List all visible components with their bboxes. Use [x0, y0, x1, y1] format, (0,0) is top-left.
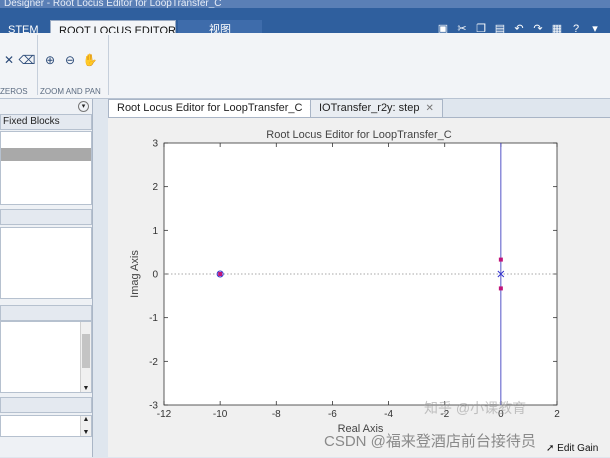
section-header[interactable]	[0, 305, 92, 321]
x-tick-label: -4	[384, 409, 393, 420]
ribbon-toolstrip: ✕ ⌫ ZEROS ⊕ ⊖ ✋ ZOOM AND PAN	[0, 33, 610, 99]
root-locus-figure: Root Locus Editor for LoopTransfer_C -12…	[108, 117, 610, 457]
eraser-icon[interactable]: ⌫	[18, 51, 36, 69]
zhihu-watermark: 知乎 @小课教育	[424, 400, 527, 416]
fixed-blocks-list[interactable]	[0, 131, 92, 205]
data-browser-panel: ▾ Fixed Blocks ▼ ▲ ▼	[0, 99, 93, 457]
selected-list-item[interactable]	[1, 148, 91, 161]
scrollbar[interactable]: ▲ ▼	[80, 416, 91, 436]
closed-loop-pole	[498, 286, 503, 291]
closed-loop-pole	[498, 257, 503, 262]
x-tick-label: -10	[213, 409, 228, 420]
plot-title: Root Locus Editor for LoopTransfer_C	[266, 129, 452, 141]
y-tick-label: -2	[149, 357, 158, 368]
x-tick-label: 2	[554, 409, 560, 420]
data-list[interactable]	[0, 227, 92, 299]
doc-tab-label: IOTransfer_r2y: step	[319, 102, 420, 114]
section-header[interactable]	[0, 397, 92, 413]
y-tick-label: 1	[152, 226, 158, 237]
preview-list[interactable]: ▼	[0, 321, 92, 393]
x-tick-label: -8	[272, 409, 281, 420]
doc-tab-label: Root Locus Editor for LoopTransfer_C	[117, 102, 303, 114]
y-tick-label: -1	[149, 313, 158, 324]
document-tab-strip: Root Locus Editor for LoopTransfer_C✕ IO…	[108, 99, 610, 117]
ribbon-section-zeros: ZEROS	[0, 87, 28, 96]
doc-tab-iotransfer-step[interactable]: IOTransfer_r2y: step ✕	[310, 99, 443, 117]
x-tick-label: -6	[328, 409, 337, 420]
doc-tab-root-locus-editor[interactable]: Root Locus Editor for LoopTransfer_C✕	[108, 99, 326, 117]
scrollbar[interactable]: ▼	[80, 322, 91, 392]
closed-loop-pole	[218, 272, 223, 276]
root-locus-plot[interactable]: Root Locus Editor for LoopTransfer_C -12…	[108, 118, 610, 458]
ribbon-divider	[108, 35, 109, 95]
panel-menu-icon[interactable]: ▾	[78, 101, 89, 112]
info-list[interactable]: ▲ ▼	[0, 415, 92, 437]
scroll-down-icon[interactable]: ▼	[81, 429, 91, 436]
zoom-in-icon[interactable]: ⊕	[41, 51, 59, 69]
close-icon[interactable]: ✕	[425, 103, 433, 114]
edit-gain-label: Edit Gain	[557, 443, 599, 454]
section-header[interactable]	[0, 209, 92, 225]
x-tick-label: -12	[157, 409, 172, 420]
y-tick-label: 0	[152, 270, 158, 281]
pan-hand-icon[interactable]: ✋	[81, 51, 99, 69]
fixed-blocks-header[interactable]: Fixed Blocks	[0, 114, 92, 130]
delete-zero-icon[interactable]: ✕	[0, 51, 18, 69]
scroll-down-icon[interactable]: ▼	[81, 385, 91, 392]
ribbon-tab-strip: STEM ROOT LOCUS EDITOR 视图 ▣ ✂ ❐ ▤ ↶ ↷ ▦ …	[0, 8, 610, 40]
edit-gain-status: ➚ Edit Gain	[544, 443, 601, 454]
pointer-icon: ➚	[546, 443, 555, 454]
y-tick-label: 2	[152, 182, 158, 193]
csdn-watermark: CSDN @福来登酒店前台接待员	[324, 433, 536, 450]
zoom-out-icon[interactable]: ⊖	[61, 51, 79, 69]
y-tick-label: -3	[149, 401, 158, 412]
y-tick-label: 3	[152, 139, 158, 150]
y-axis-label: Imag Axis	[129, 250, 141, 298]
scrollbar-thumb[interactable]	[82, 334, 90, 368]
ribbon-section-zoom-and-pan: ZOOM AND PAN	[40, 87, 101, 96]
scroll-up-icon[interactable]: ▲	[81, 416, 91, 423]
ribbon-divider	[37, 35, 38, 95]
